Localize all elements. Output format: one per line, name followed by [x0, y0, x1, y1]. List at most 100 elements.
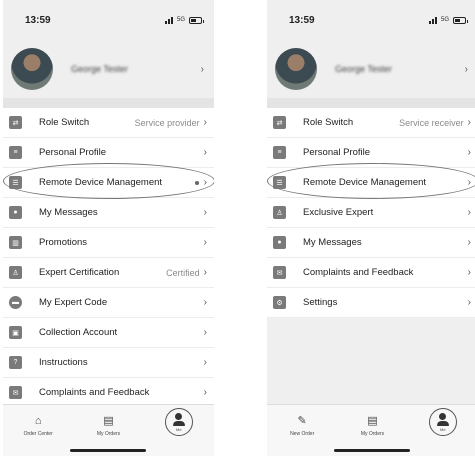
tab-me[interactable]: Me: [408, 405, 475, 456]
home-icon: ⌂: [34, 415, 42, 427]
home-indicator: [70, 449, 146, 452]
code-icon: ▬: [9, 296, 22, 309]
status-bar: 13:59 5G: [3, 0, 214, 40]
menu-item-label: Remote Device Management: [303, 177, 427, 188]
menu-item-my-expert-code[interactable]: ▬ My Expert Code ›: [3, 288, 214, 318]
menu-item-promotions[interactable]: ▥ Promotions ›: [3, 228, 214, 258]
menu-item-label: Personal Profile: [39, 147, 107, 158]
settings-icon: ⚙: [273, 296, 286, 309]
menu-item-exclusive-expert[interactable]: ♙ Exclusive Expert ›: [267, 198, 475, 228]
menu-item-collection-account[interactable]: ▣ Collection Account ›: [3, 318, 214, 348]
switch-icon: ⇄: [273, 116, 286, 129]
menu-item-instructions[interactable]: ? Instructions ›: [3, 348, 214, 378]
chevron-right-icon: ›: [203, 387, 207, 398]
gift-icon: ▥: [9, 236, 22, 249]
phone-screen-provider: 13:59 5G George Tester › ⇄ Role Switch S…: [3, 0, 214, 456]
tab-order-center[interactable]: ⌂ Order Center: [3, 405, 73, 456]
menu-item-label: Instructions: [39, 357, 88, 368]
message-icon: ●: [9, 206, 22, 219]
profile-name: George Tester: [71, 64, 128, 74]
menu-item-remote-device-management[interactable]: ☰ Remote Device Management ›: [267, 168, 475, 198]
menu-item-personal-profile[interactable]: ≡ Personal Profile ›: [267, 138, 475, 168]
menu-item-label: Expert Certification: [39, 267, 120, 278]
menu-item-value: Service receiver: [399, 117, 464, 128]
chevron-right-icon: ›: [203, 177, 207, 188]
tab-new-order[interactable]: ✎ New Order: [267, 405, 337, 456]
status-icons: 5G: [428, 16, 468, 24]
menu-item-label: Personal Profile: [303, 147, 371, 158]
chevron-right-icon: ›: [203, 117, 207, 128]
mail-icon: ✉: [9, 386, 22, 399]
chevron-right-icon: ›: [200, 63, 204, 75]
avatar: [11, 48, 53, 90]
menu-item-value: Certified: [166, 267, 200, 278]
clipboard-icon: ▤: [103, 415, 114, 427]
chevron-right-icon: ›: [203, 207, 207, 218]
menu-item-label: Promotions: [39, 237, 88, 248]
notification-dot: [194, 180, 199, 185]
person-icon: Me: [164, 408, 193, 436]
tab-label: Me: [176, 426, 182, 432]
chevron-right-icon: ›: [203, 357, 207, 368]
status-time: 13:59: [25, 14, 51, 26]
menu-item-label: Complaints and Feedback: [39, 387, 150, 398]
menu-item-settings[interactable]: ⚙ Settings ›: [267, 288, 475, 318]
chevron-right-icon: ›: [467, 297, 471, 308]
menu-item-label: My Messages: [303, 237, 362, 248]
battery-icon: [189, 16, 204, 24]
menu-item-label: Role Switch: [39, 117, 90, 128]
menu-item-label: My Messages: [39, 207, 98, 218]
signal-icon: [428, 16, 437, 24]
menu-item-personal-profile[interactable]: ≡ Personal Profile ›: [3, 138, 214, 168]
message-icon: ●: [273, 236, 286, 249]
menu-item-expert-certification[interactable]: ♙ Expert Certification Certified ›: [3, 258, 214, 288]
edit-icon: ✎: [297, 415, 307, 427]
chevron-right-icon: ›: [203, 267, 207, 278]
avatar: [275, 48, 317, 90]
status-time: 13:59: [289, 14, 315, 26]
tab-label: My Orders: [360, 431, 385, 437]
tab-label: New Order: [290, 431, 315, 437]
switch-icon: ⇄: [9, 116, 22, 129]
profile-header[interactable]: George Tester ›: [267, 40, 475, 98]
menu-item-complaints-feedback[interactable]: ✉ Complaints and Feedback ›: [267, 258, 475, 288]
chevron-right-icon: ›: [203, 147, 207, 158]
menu-item-label: Remote Device Management: [39, 177, 163, 188]
battery-icon: [453, 16, 468, 24]
chevron-right-icon: ›: [467, 207, 471, 218]
profile-name: George Tester: [335, 64, 392, 74]
certificate-icon: ♙: [9, 266, 22, 279]
menu-item-label: Complaints and Feedback: [303, 267, 414, 278]
chevron-right-icon: ›: [464, 63, 468, 75]
chevron-right-icon: ›: [203, 297, 207, 308]
mail-icon: ✉: [273, 266, 286, 279]
menu-item-my-messages[interactable]: ● My Messages ›: [3, 198, 214, 228]
chevron-right-icon: ›: [467, 267, 471, 278]
tab-label: Me: [440, 426, 446, 432]
profile-header[interactable]: George Tester ›: [3, 40, 214, 98]
menu-item-role-switch[interactable]: ⇄ Role Switch Service receiver ›: [267, 108, 475, 138]
menu-item-my-messages[interactable]: ● My Messages ›: [267, 228, 475, 258]
profile-icon: ≡: [9, 146, 22, 159]
status-bar: 13:59 5G: [267, 0, 475, 40]
wallet-icon: ▣: [9, 326, 22, 339]
tab-label: Order Center: [23, 431, 53, 437]
home-indicator: [334, 449, 410, 452]
network-label: 5G: [440, 17, 449, 23]
menu-item-value: Service provider: [134, 117, 200, 128]
profile-icon: ≡: [273, 146, 286, 159]
chevron-right-icon: ›: [467, 147, 471, 158]
tab-me[interactable]: Me: [144, 405, 214, 456]
menu-item-remote-device-management[interactable]: ☰ Remote Device Management ›: [3, 168, 214, 198]
phone-screen-receiver: 13:59 5G George Tester › ⇄ Role Switch S…: [267, 0, 475, 456]
chevron-right-icon: ›: [467, 117, 471, 128]
menu-item-label: My Expert Code: [39, 297, 108, 308]
clipboard-icon: ▤: [367, 415, 378, 427]
menu-item-role-switch[interactable]: ⇄ Role Switch Service provider ›: [3, 108, 214, 138]
menu-item-label: Settings: [303, 297, 338, 308]
menu-list: ⇄ Role Switch Service provider › ≡ Perso…: [3, 108, 214, 408]
person-icon: Me: [428, 408, 457, 436]
menu-item-label: Role Switch: [303, 117, 354, 128]
menu-item-label: Exclusive Expert: [303, 207, 374, 218]
tab-label: My Orders: [96, 431, 121, 437]
